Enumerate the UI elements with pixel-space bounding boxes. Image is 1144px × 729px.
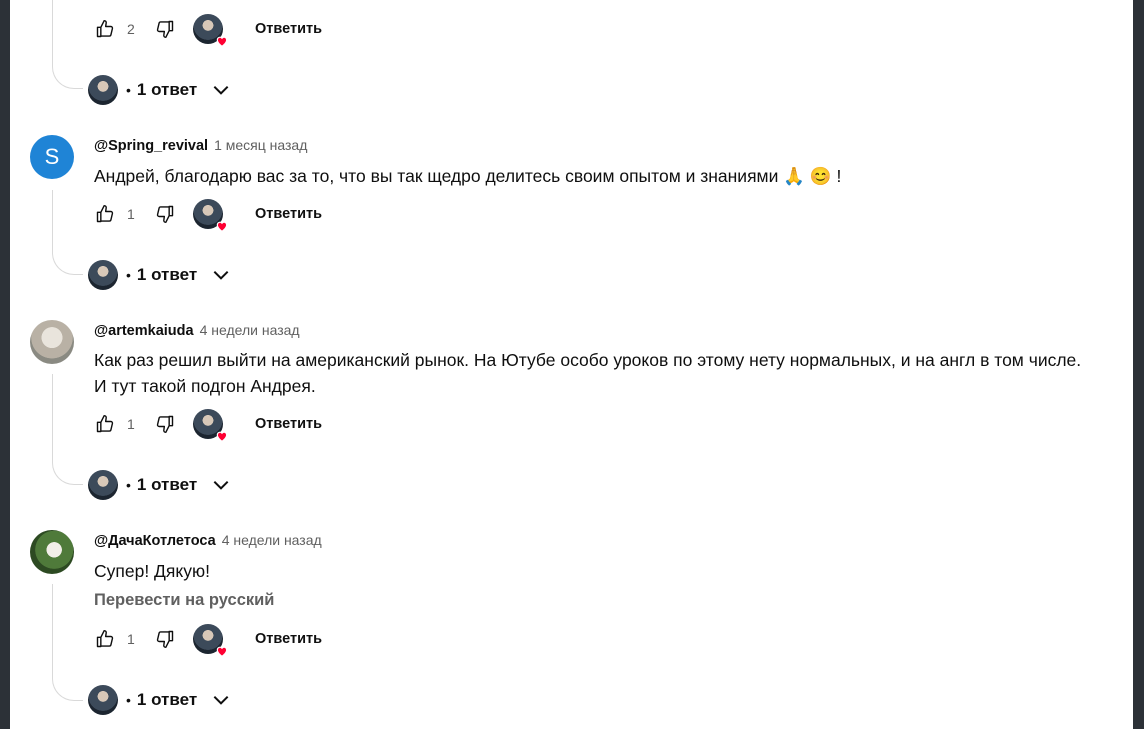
replies-count: 1 ответ [136, 265, 198, 284]
author-avatar[interactable] [30, 530, 74, 574]
reply-button[interactable]: Ответить [255, 206, 322, 222]
reply-author-avatar [88, 685, 118, 715]
creator-heart [193, 624, 228, 657]
separator-dot: • [126, 692, 131, 708]
thumbs-up-icon [96, 204, 114, 223]
replies-count: 1 ответ [136, 690, 198, 709]
chevron-down-icon [211, 690, 231, 710]
author-name[interactable]: @Spring_revival [94, 138, 208, 154]
thumbs-down-icon [156, 630, 174, 649]
chevron-down-icon [211, 475, 231, 495]
like-button[interactable] [93, 17, 117, 41]
thumbs-up-icon [96, 19, 114, 38]
separator-dot: • [126, 82, 131, 98]
reply-author-avatar [88, 75, 118, 105]
heart-icon [216, 221, 228, 232]
reply-button[interactable]: Ответить [255, 416, 322, 432]
thread-line [52, 374, 83, 485]
heart-icon [216, 36, 228, 47]
reply-author-avatar [88, 470, 118, 500]
view-replies-button[interactable]: • 1 ответ [88, 74, 231, 106]
reply-button[interactable]: Ответить [255, 631, 322, 647]
avatar-letter: S [44, 144, 60, 169]
thumbs-up-icon [96, 414, 114, 433]
thread-line [52, 190, 83, 275]
author-name[interactable]: @artemkaiuda [94, 323, 194, 339]
comment-actions: 1 Ответить [93, 621, 322, 657]
comments-panel: 2 Ответить • 1 ответ S @Spring_revival 1… [10, 0, 1133, 729]
thumbs-down-icon [156, 205, 174, 224]
like-button[interactable] [93, 412, 117, 436]
dislike-button[interactable] [153, 627, 177, 651]
creator-heart [193, 199, 228, 232]
translate-button[interactable]: Перевести на русский [94, 591, 274, 610]
dislike-button[interactable] [153, 17, 177, 41]
author-avatar[interactable] [30, 320, 74, 364]
comment-header: @Spring_revival 1 месяц назад [94, 137, 307, 154]
reply-button[interactable]: Ответить [255, 21, 322, 37]
replies-count: 1 ответ [136, 80, 198, 99]
comment-time[interactable]: 1 месяц назад [214, 137, 307, 153]
author-avatar[interactable]: S [30, 135, 74, 179]
comment-header: @artemkaiuda 4 недели назад [94, 322, 300, 339]
separator-dot: • [126, 267, 131, 283]
comment-time[interactable]: 4 недели назад [222, 532, 322, 548]
like-count: 1 [127, 416, 135, 432]
comment-text: Как раз решил выйти на американский рыно… [94, 347, 1114, 399]
replies-count: 1 ответ [136, 475, 198, 494]
author-name[interactable]: @ДачаКотлетоса [94, 533, 216, 549]
like-button[interactable] [93, 627, 117, 651]
comment-text: Супер! Дякую! [94, 561, 210, 581]
heart-icon [216, 431, 228, 442]
view-replies-button[interactable]: • 1 ответ [88, 259, 231, 291]
dislike-button[interactable] [153, 202, 177, 226]
like-count: 1 [127, 631, 135, 647]
comment-text-line: Как раз решил выйти на американский рыно… [94, 350, 1082, 370]
thumbs-down-icon [156, 20, 174, 39]
like-button[interactable] [93, 202, 117, 226]
comment-text-line: И тут такой подгон Андрея. [94, 376, 316, 396]
chevron-down-icon [211, 265, 231, 285]
comment-time[interactable]: 4 недели назад [200, 322, 300, 338]
view-replies-button[interactable]: • 1 ответ [88, 684, 231, 716]
dislike-button[interactable] [153, 412, 177, 436]
like-count: 1 [127, 206, 135, 222]
comment-actions: 2 Ответить [93, 11, 322, 47]
thumbs-up-icon [96, 629, 114, 648]
comment-actions: 1 Ответить [93, 406, 322, 442]
comment-actions: 1 Ответить [93, 196, 322, 232]
like-count: 2 [127, 21, 135, 37]
comment-text: Андрей, благодарю вас за то, что вы так … [94, 166, 842, 186]
chevron-down-icon [211, 80, 231, 100]
thread-line [52, 0, 83, 89]
thumbs-down-icon [156, 415, 174, 434]
heart-icon [216, 646, 228, 657]
view-replies-button[interactable]: • 1 ответ [88, 469, 231, 501]
creator-heart [193, 409, 228, 442]
separator-dot: • [126, 477, 131, 493]
reply-author-avatar [88, 260, 118, 290]
creator-heart [193, 14, 228, 47]
thread-line [52, 584, 83, 701]
comment-header: @ДачаКотлетоса 4 недели назад [94, 532, 322, 549]
